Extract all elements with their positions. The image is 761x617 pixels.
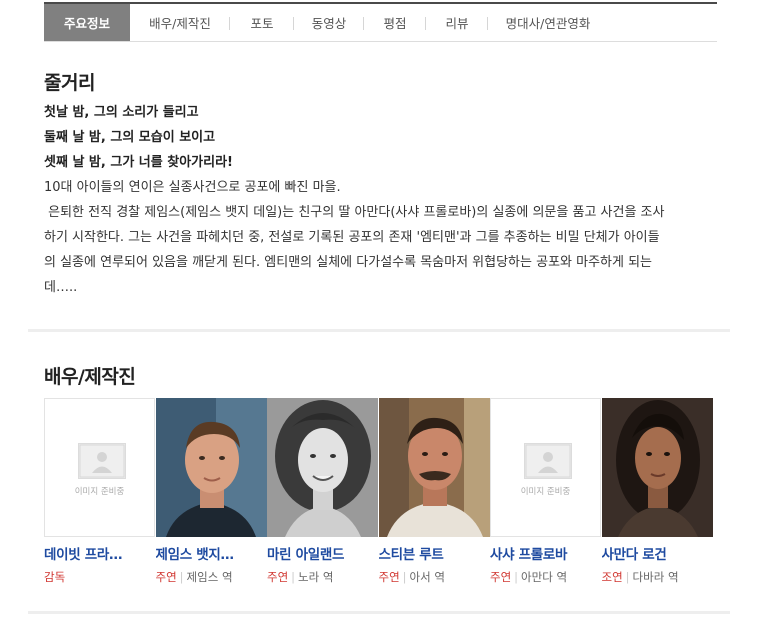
tagline: 첫날 밤, 그의 소리가 들리고: [44, 105, 199, 120]
tab-video[interactable]: 동영상: [294, 4, 364, 41]
role-divider: |: [291, 570, 296, 584]
tab-main-info[interactable]: 주요정보: [44, 4, 130, 41]
cast-item[interactable]: 마린 아일랜드 주연 | 노라 역: [267, 398, 379, 585]
person-role: 조연 | 다바라 역: [602, 569, 714, 585]
role-divider: |: [514, 570, 519, 584]
person-role: 주연 | 아서 역: [379, 569, 491, 585]
character-name: 아서 역: [409, 570, 445, 584]
role-type: 주연: [155, 570, 177, 584]
cast-title: 배우/제작진: [44, 366, 136, 388]
cast-item[interactable]: 스티븐 루트 주연 | 아서 역: [378, 398, 491, 585]
profile-photo[interactable]: [267, 398, 378, 537]
person-role: 주연 | 아만다 역: [490, 569, 602, 585]
person-role: 주연 | 노라 역: [267, 569, 379, 585]
synopsis-line: 하기 시작한다. 그는 사건을 파헤치던 중, 전설로 기록된 공포의 존재 '…: [44, 230, 660, 245]
image-placeholder-icon: [524, 443, 572, 479]
man-portrait-image: [378, 398, 490, 537]
tab-label: 평점: [383, 16, 407, 31]
person-name-link[interactable]: 데이빗 프라…: [44, 543, 148, 563]
person-role: 주연 | 제임스 역: [156, 569, 268, 585]
man-portrait-image: [155, 398, 267, 537]
profile-placeholder-image[interactable]: 이미지 준비중: [490, 398, 601, 537]
role-divider: |: [402, 570, 407, 584]
synopsis-line: 데…..: [44, 280, 78, 295]
synopsis-line: 10대 아이들의 연이은 실종사건으로 공포에 빠진 마을.: [44, 180, 341, 195]
role-type: 주연: [267, 570, 289, 584]
tab-label: 명대사/연관영화: [505, 16, 591, 31]
person-role: 감독: [44, 569, 156, 585]
tagline: 둘째 날 밤, 그의 모습이 보이고: [44, 130, 216, 145]
synopsis-title: 줄거리: [44, 72, 95, 94]
synopsis-line: 의 실종에 연루되어 있음을 깨닫게 된다. 엠티맨의 실체에 다가설수록 목숨…: [44, 255, 653, 270]
woman-portrait-image: [267, 398, 378, 537]
person-name-link[interactable]: 스티븐 루트: [379, 543, 483, 563]
role-divider: |: [179, 570, 184, 584]
tab-bar: 주요정보 배우/제작진 포토 동영상 평점 리뷰 명대사/연관영화: [44, 2, 717, 42]
cast-item[interactable]: 제임스 뱃지… 주연 | 제임스 역: [155, 398, 268, 585]
synopsis-text: 첫날 밤, 그의 소리가 들리고 둘째 날 밤, 그의 모습이 보이고 셋째 날…: [44, 100, 724, 300]
character-name: 제임스 역: [186, 570, 233, 584]
profile-photo[interactable]: [378, 398, 490, 537]
character-name: 아만다 역: [521, 570, 568, 584]
woman-portrait-image: [601, 398, 713, 537]
character-name: 다바라 역: [632, 570, 679, 584]
role-type: 주연: [490, 570, 512, 584]
person-name-link[interactable]: 사샤 프롤로바: [490, 543, 594, 563]
section-divider: [28, 611, 730, 614]
profile-photo[interactable]: [601, 398, 713, 537]
image-placeholder-icon: [78, 443, 126, 479]
tab-photo[interactable]: 포토: [230, 4, 294, 41]
cast-item[interactable]: 이미지 준비중 데이빗 프라… 감독: [44, 398, 156, 585]
cast-item[interactable]: 이미지 준비중 사샤 프롤로바 주연 | 아만다 역: [490, 398, 602, 585]
person-name-link[interactable]: 마린 아일랜드: [267, 543, 371, 563]
placeholder-text: 이미지 준비중: [74, 487, 125, 497]
tab-rating[interactable]: 평점: [364, 4, 426, 41]
tab-label: 동영상: [311, 16, 347, 31]
tab-label: 리뷰: [445, 16, 469, 31]
tab-quotes-related[interactable]: 명대사/연관영화: [488, 4, 608, 41]
tab-label: 포토: [250, 16, 274, 31]
tagline: 셋째 날 밤, 그가 너를 찾아가리라!: [44, 155, 233, 170]
profile-placeholder-image[interactable]: 이미지 준비중: [44, 398, 155, 537]
person-name-link[interactable]: 사만다 로건: [602, 543, 706, 563]
cast-list: 이미지 준비중 데이빗 프라… 감독 제임스 뱃지… 주연 | 제임스 역 마린…: [44, 398, 713, 585]
cast-item[interactable]: 사만다 로건 조연 | 다바라 역: [601, 398, 714, 585]
person-name-link[interactable]: 제임스 뱃지…: [156, 543, 260, 563]
placeholder-text: 이미지 준비중: [520, 487, 571, 497]
character-name: 노라 역: [298, 570, 334, 584]
tab-review[interactable]: 리뷰: [426, 4, 488, 41]
tab-cast-crew[interactable]: 배우/제작진: [130, 4, 230, 41]
tab-label: 주요정보: [63, 16, 110, 31]
profile-photo[interactable]: [155, 398, 267, 537]
section-divider: [28, 329, 730, 332]
tab-label: 배우/제작진: [149, 16, 211, 31]
role-type: 감독: [44, 570, 66, 584]
role-type: 주연: [378, 570, 400, 584]
synopsis-line: 은퇴한 전직 경찰 제임스(제임스 뱃지 데일)는 친구의 딸 아만다(사샤 프…: [44, 205, 665, 220]
role-divider: |: [625, 570, 630, 584]
role-type: 조연: [601, 570, 623, 584]
